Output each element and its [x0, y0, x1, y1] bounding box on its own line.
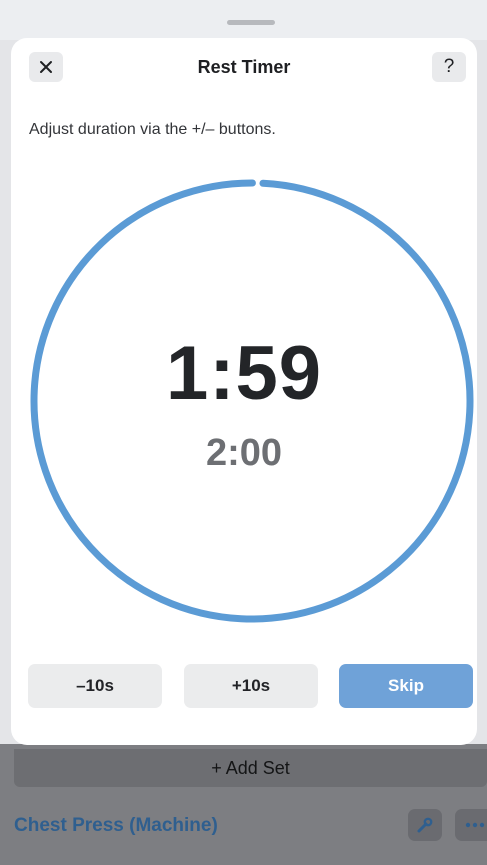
drag-handle[interactable]	[227, 20, 275, 25]
add-set-label: + Add Set	[211, 757, 290, 778]
minus-10s-label: –10s	[76, 676, 114, 695]
background-header	[0, 0, 487, 40]
time-total: 2:00	[205, 432, 283, 474]
time-remaining: 1:59	[165, 331, 323, 416]
rest-timer-sheet: Rest Timer ? Adjust duration via the +/–…	[11, 38, 477, 745]
minus-10s-button[interactable]: –10s	[28, 664, 162, 708]
plus-10s-label: +10s	[231, 676, 271, 695]
plus-10s-button[interactable]: +10s	[184, 664, 318, 708]
exercise-edit-button[interactable]	[408, 809, 442, 841]
exercise-name[interactable]: Chest Press (Machine)	[14, 815, 218, 837]
add-set-button[interactable]: + Add Set	[14, 749, 487, 787]
wrench-icon	[417, 817, 433, 833]
skip-label: Skip	[388, 676, 424, 695]
more-horizontal-icon	[465, 822, 485, 828]
exercise-more-button[interactable]	[455, 809, 487, 841]
skip-button[interactable]: Skip	[339, 664, 473, 708]
